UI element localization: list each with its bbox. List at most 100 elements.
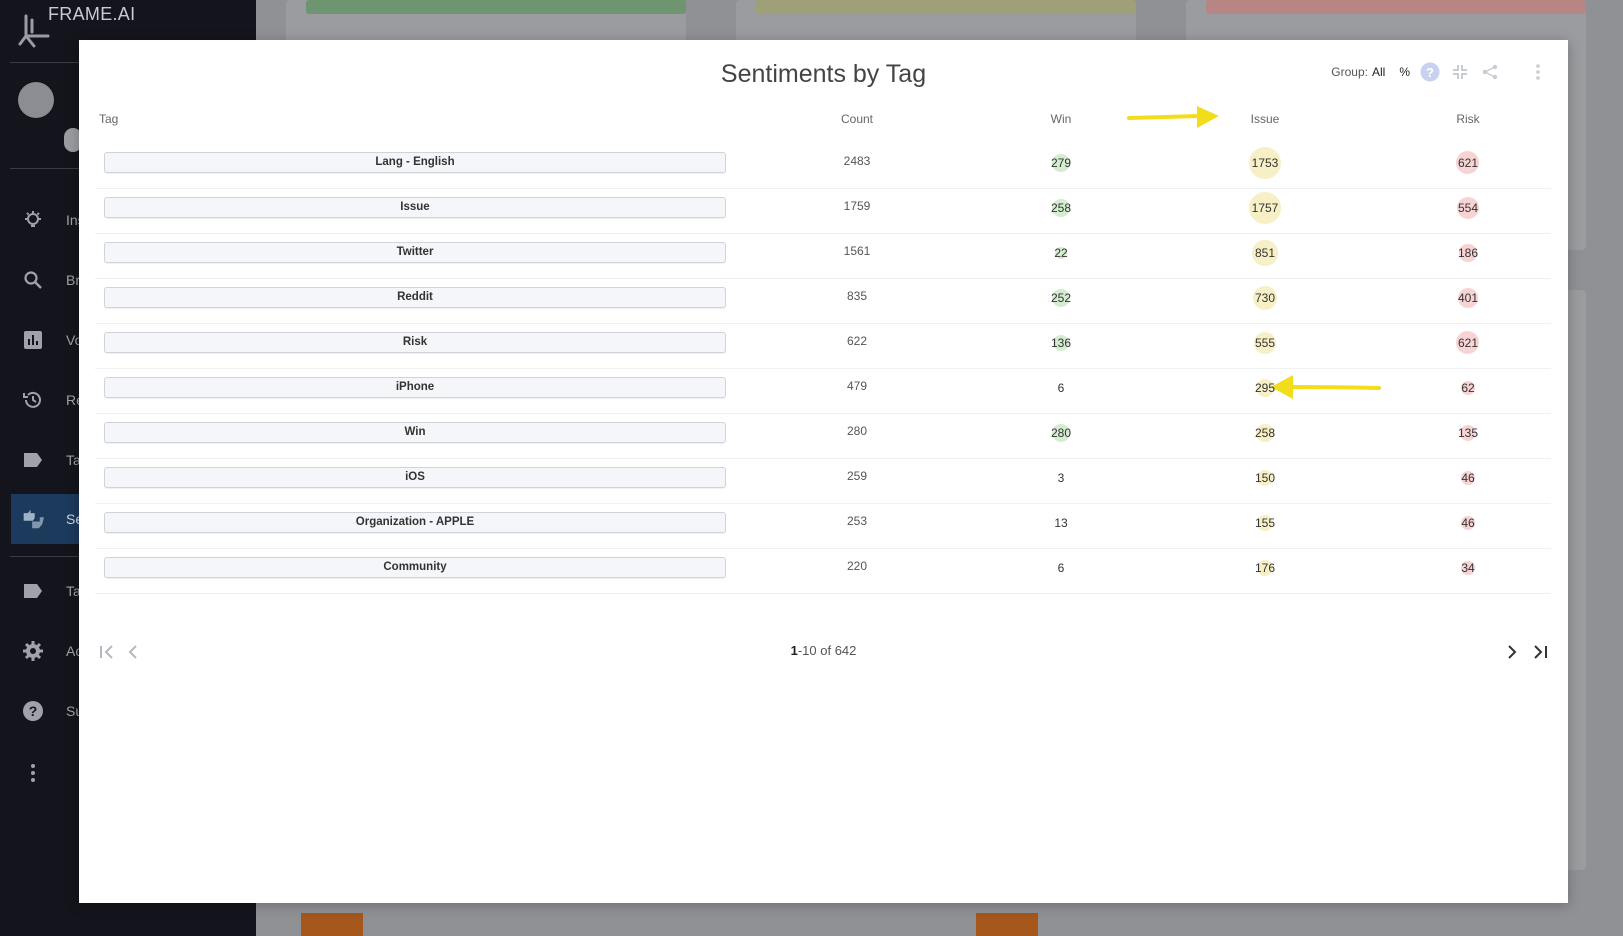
tag-chip[interactable]: Issue	[104, 197, 726, 218]
issue-value: 295	[1254, 381, 1276, 395]
tag-chip[interactable]: Win	[104, 422, 726, 443]
issue-cell[interactable]: 150	[1225, 459, 1305, 497]
brand[interactable]	[18, 14, 52, 48]
win-cell[interactable]: 6	[1021, 549, 1101, 587]
win-cell[interactable]: 13	[1021, 504, 1101, 542]
issue-cell[interactable]: 555	[1225, 324, 1305, 362]
issue-cell[interactable]: 1757	[1225, 189, 1305, 227]
risk-cell[interactable]: 186	[1428, 234, 1508, 272]
win-cell[interactable]: 252	[1021, 279, 1101, 317]
sentiments-modal: Sentiments by Tag Group: All % ? Tag Cou…	[79, 40, 1568, 903]
win-value: 6	[1057, 561, 1065, 575]
issue-cell[interactable]: 176	[1225, 549, 1305, 587]
tag-chip[interactable]: Reddit	[104, 287, 726, 308]
group-select[interactable]: All	[1372, 65, 1385, 79]
table-row[interactable]: iOS 259 3 150 46	[95, 459, 1551, 504]
last-page-icon[interactable]	[1532, 644, 1548, 665]
count-cell: 835	[846, 289, 868, 303]
risk-cell[interactable]: 135	[1428, 414, 1508, 452]
win-cell[interactable]: 136	[1021, 324, 1101, 362]
win-cell[interactable]: 22	[1021, 234, 1101, 272]
risk-cell[interactable]: 62	[1428, 369, 1508, 407]
win-value: 252	[1050, 291, 1072, 305]
table-row[interactable]: Risk 622 136 555 621	[95, 324, 1551, 369]
history-icon	[22, 389, 44, 411]
tag-chip[interactable]: Community	[104, 557, 726, 578]
win-cell[interactable]: 258	[1021, 189, 1101, 227]
count-cell: 259	[846, 469, 868, 483]
table-row[interactable]: Community 220 6 176 34	[95, 549, 1551, 594]
win-cell[interactable]: 3	[1021, 459, 1101, 497]
column-header-risk[interactable]: Risk	[1428, 112, 1508, 126]
help-icon[interactable]: ?	[1420, 62, 1440, 82]
more-vertical-icon	[22, 762, 44, 784]
win-value: 258	[1050, 201, 1072, 215]
background-orange-bar	[976, 913, 1038, 936]
table-row[interactable]: Lang - English 2483 279 1753 621	[95, 144, 1551, 189]
risk-cell[interactable]: 621	[1428, 324, 1508, 362]
background-orange-bar	[301, 913, 363, 936]
table-row[interactable]: Win 280 280 258 135	[95, 414, 1551, 459]
table-row[interactable]: Reddit 835 252 730 401	[95, 279, 1551, 324]
risk-cell[interactable]: 46	[1428, 504, 1508, 542]
issue-cell[interactable]: 1753	[1225, 144, 1305, 182]
risk-cell[interactable]: 554	[1428, 189, 1508, 227]
win-cell[interactable]: 279	[1021, 144, 1101, 182]
count-cell: 1561	[843, 244, 871, 258]
column-header-win[interactable]: Win	[1021, 112, 1101, 126]
next-page-icon[interactable]	[1504, 644, 1520, 665]
background-strip	[756, 0, 1136, 14]
issue-cell[interactable]: 155	[1225, 504, 1305, 542]
tag-chip[interactable]: iPhone	[104, 377, 726, 398]
issue-value: 150	[1254, 471, 1276, 485]
risk-value: 62	[1461, 381, 1475, 395]
issue-cell[interactable]: 258	[1225, 414, 1305, 452]
issue-value: 555	[1254, 336, 1276, 350]
risk-cell[interactable]: 34	[1428, 549, 1508, 587]
win-cell[interactable]: 6	[1021, 369, 1101, 407]
issue-cell[interactable]: 730	[1225, 279, 1305, 317]
pagination-right	[1504, 644, 1548, 665]
tag-chip[interactable]: Organization - APPLE	[104, 512, 726, 533]
count-cell: 622	[846, 334, 868, 348]
issue-value: 730	[1254, 291, 1276, 305]
risk-value: 46	[1461, 471, 1475, 485]
win-value: 280	[1050, 426, 1072, 440]
table-row[interactable]: Issue 1759 258 1757 554	[95, 189, 1551, 234]
group-label: Group:	[1331, 65, 1368, 79]
win-value: 13	[1054, 516, 1068, 530]
count-cell: 2483	[843, 154, 871, 168]
bulb-icon	[22, 209, 44, 231]
issue-value: 1757	[1251, 201, 1279, 215]
risk-value: 135	[1457, 426, 1479, 440]
risk-cell[interactable]: 621	[1428, 144, 1508, 182]
risk-value: 554	[1457, 201, 1479, 215]
risk-value: 401	[1457, 291, 1479, 305]
win-cell[interactable]: 280	[1021, 414, 1101, 452]
column-header-count[interactable]: Count	[817, 112, 897, 126]
avatar[interactable]	[18, 82, 54, 118]
issue-value: 1753	[1251, 156, 1279, 170]
share-icon[interactable]	[1480, 62, 1500, 82]
win-value: 6	[1057, 381, 1065, 395]
tag-chip[interactable]: Twitter	[104, 242, 726, 263]
table-row[interactable]: Organization - APPLE 253 13 155 46	[95, 504, 1551, 549]
tag-chip[interactable]: Lang - English	[104, 152, 726, 173]
percent-toggle[interactable]: %	[1399, 65, 1410, 79]
column-header-tag[interactable]: Tag	[99, 112, 118, 126]
risk-value: 46	[1461, 516, 1475, 530]
thumbs-icon	[22, 508, 44, 530]
risk-cell[interactable]: 401	[1428, 279, 1508, 317]
collapse-icon[interactable]	[1450, 62, 1470, 82]
win-value: 22	[1054, 246, 1068, 260]
win-value: 279	[1050, 156, 1072, 170]
background-strip	[306, 0, 686, 14]
risk-value: 621	[1457, 156, 1479, 170]
table-row[interactable]: Twitter 1561 22 851 186	[95, 234, 1551, 279]
column-header-issue[interactable]: Issue	[1225, 112, 1305, 126]
tag-chip[interactable]: iOS	[104, 467, 726, 488]
risk-cell[interactable]: 46	[1428, 459, 1508, 497]
tag-chip[interactable]: Risk	[104, 332, 726, 353]
issue-cell[interactable]: 851	[1225, 234, 1305, 272]
more-vertical-icon[interactable]	[1528, 62, 1548, 82]
